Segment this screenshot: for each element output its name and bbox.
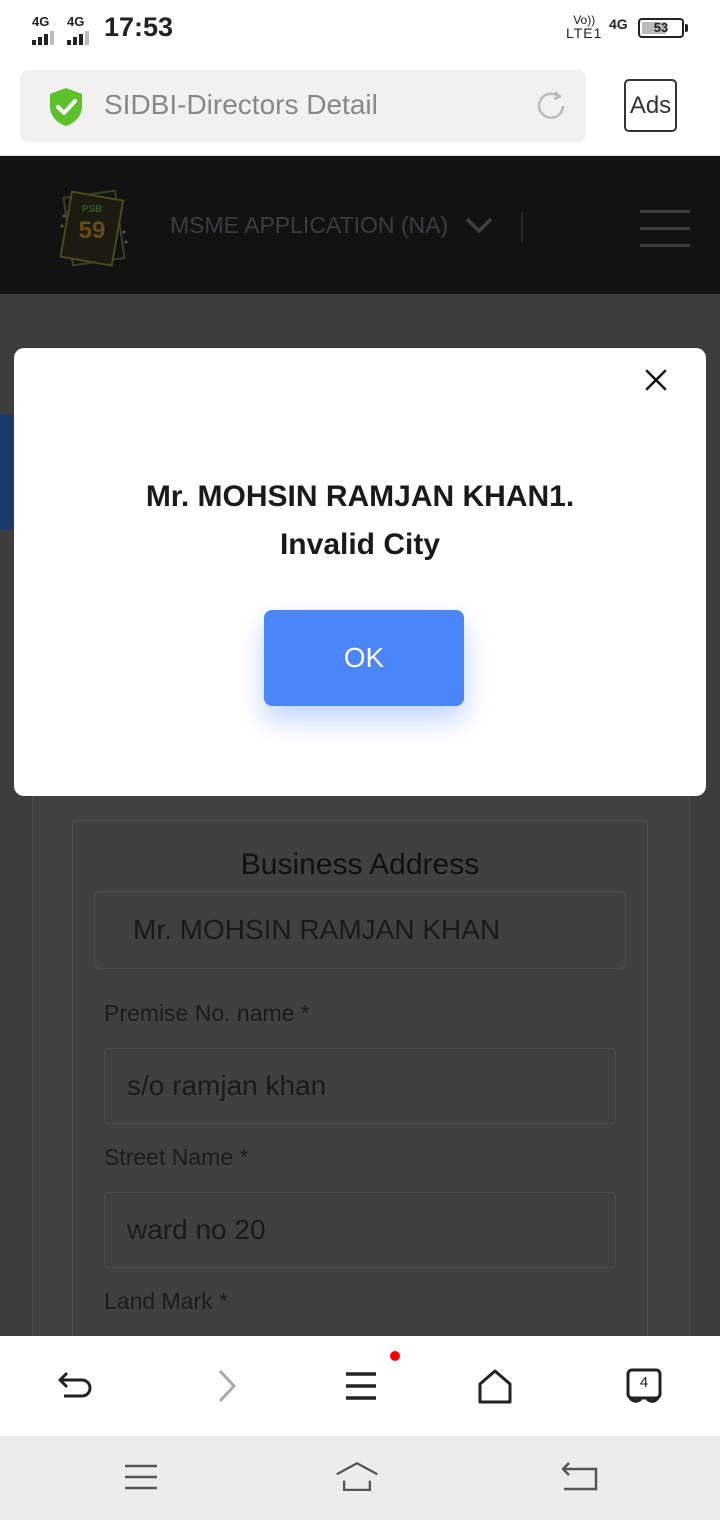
tabs-button[interactable]: 4	[619, 1362, 669, 1410]
app-selector[interactable]: MSME APPLICATION (NA)	[170, 212, 448, 239]
address-bar[interactable]: SIDBI-Directors Detail	[20, 70, 586, 142]
page-title: SIDBI-Directors Detail	[104, 89, 378, 120]
signal-bars-2-icon	[67, 31, 89, 45]
logo-number: 59	[79, 217, 106, 244]
alert-dialog: Mr. MOHSIN RAMJAN KHAN1. Invalid City OK	[14, 348, 706, 796]
back-button[interactable]	[47, 1362, 97, 1410]
status-time: 17:53	[104, 12, 174, 42]
premise-label: Premise No. name *	[104, 1000, 310, 1026]
ok-button[interactable]: OK	[264, 610, 464, 706]
dialog-message-line-2: Invalid City	[279, 528, 441, 561]
recents-button[interactable]	[118, 1454, 164, 1500]
name-value: Mr. MOHSIN RAMJAN KHAN	[133, 914, 501, 945]
chevron-down-icon[interactable]	[464, 214, 494, 236]
dialog-message-line-1: Mr. MOHSIN RAMJAN KHAN1.	[145, 480, 575, 513]
menu-button[interactable]	[336, 1362, 386, 1410]
screen: 4G 4G 17:53 Vo)) LTE1 4G 53 SIDBI-Direct…	[0, 0, 720, 1520]
ads-button[interactable]: Ads	[624, 79, 677, 132]
site-header: PSB 59 MSME APPLICATION (NA)	[0, 156, 720, 294]
premise-value: s/o ramjan khan	[127, 1070, 327, 1101]
street-input[interactable]: ward no 20	[104, 1192, 616, 1268]
close-icon[interactable]	[644, 368, 668, 392]
battery-level: 53	[653, 20, 669, 35]
back-arrow-icon	[58, 1371, 92, 1398]
premise-input[interactable]: s/o ramjan khan	[104, 1048, 616, 1124]
notification-dot	[390, 1351, 400, 1361]
home-icon	[478, 1369, 512, 1404]
psb59-logo[interactable]: PSB 59	[58, 186, 130, 270]
side-tab	[0, 414, 14, 530]
volte-indicator: Vo)) LTE1	[566, 14, 603, 41]
volte-bottom: LTE1	[566, 25, 603, 41]
header-separator	[521, 212, 523, 242]
status-bar: 4G 4G 17:53 Vo)) LTE1 4G 53	[0, 0, 720, 58]
menu-icon[interactable]	[640, 210, 690, 247]
network-type-right: 4G	[609, 16, 628, 32]
shield-check-icon	[50, 88, 82, 126]
system-back-icon	[561, 1462, 598, 1491]
tabs-icon: 4	[626, 1366, 662, 1406]
name-field[interactable]: Mr. MOHSIN RAMJAN KHAN	[94, 891, 626, 969]
network-type-1: 4G	[32, 14, 50, 29]
signal-1: 4G	[32, 14, 56, 45]
browser-toolbar: 4	[0, 1336, 720, 1436]
signal-bars-1-icon	[32, 31, 54, 45]
landmark-label: Land Mark *	[104, 1288, 229, 1314]
street-label: Street Name *	[104, 1144, 249, 1170]
section-title: Business Address	[240, 848, 480, 881]
recents-icon	[125, 1464, 157, 1490]
chevron-right-icon	[218, 1369, 237, 1403]
network-type-2: 4G	[67, 14, 85, 29]
logo-text-top: PSB	[82, 204, 103, 215]
system-nav-bar	[0, 1436, 720, 1520]
forward-button[interactable]	[200, 1362, 250, 1410]
system-home-icon	[336, 1462, 378, 1492]
system-back-button[interactable]	[556, 1454, 602, 1500]
street-value: ward no 20	[127, 1214, 266, 1245]
system-home-button[interactable]	[334, 1454, 380, 1500]
menu-lines-icon	[346, 1372, 376, 1400]
battery-icon: 53	[638, 18, 688, 38]
home-button[interactable]	[470, 1362, 520, 1410]
reload-icon[interactable]	[534, 89, 568, 123]
tab-count: 4	[639, 1374, 649, 1391]
signal-2: 4G	[67, 14, 91, 45]
